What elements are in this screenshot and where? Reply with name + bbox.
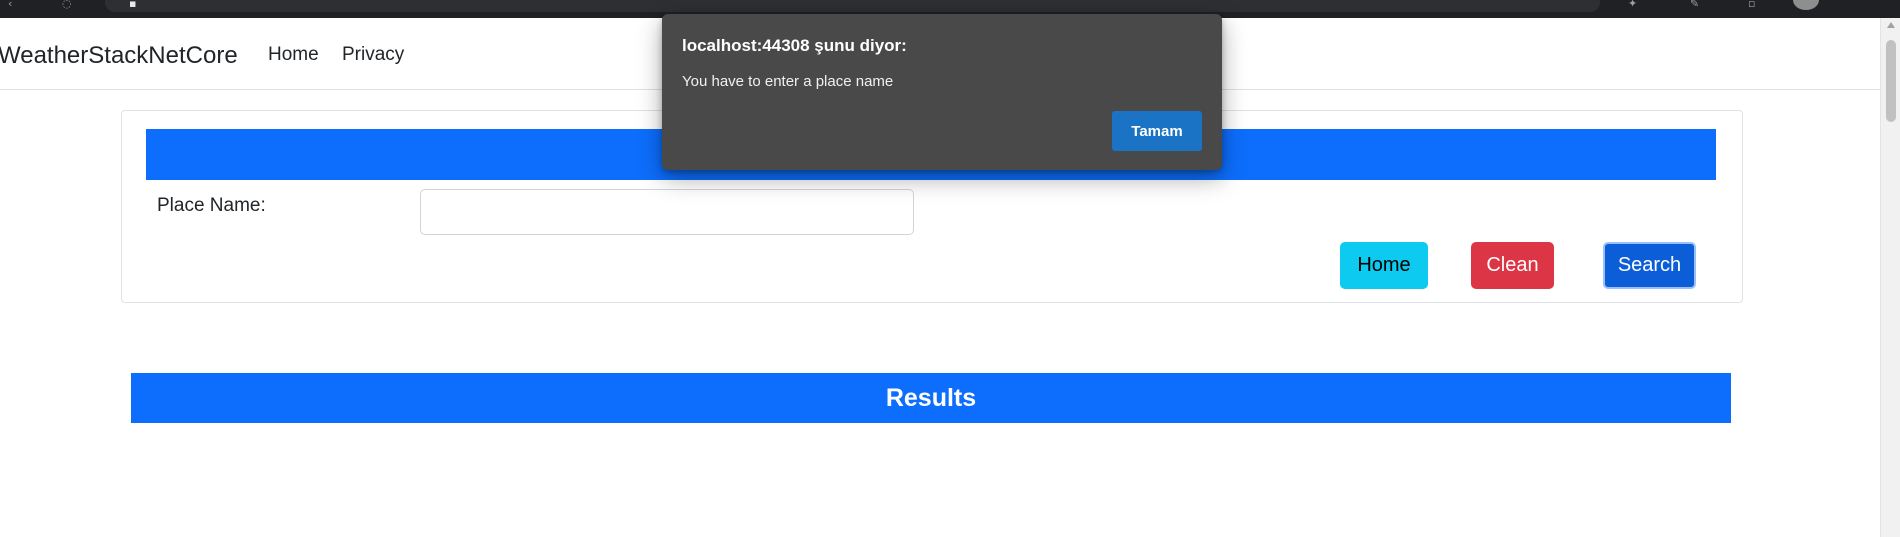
alert-ok-button[interactable]: Tamam (1112, 111, 1202, 151)
nav-link-home[interactable]: Home (268, 44, 319, 66)
address-bar[interactable]: ▪ (105, 0, 1600, 12)
browser-back-icon[interactable]: ‹ (8, 0, 22, 10)
results-header: Results (131, 373, 1731, 423)
home-button[interactable]: Home (1340, 242, 1428, 289)
brand-link[interactable]: WeatherStackNetCore (0, 42, 238, 70)
place-name-input[interactable] (420, 189, 914, 235)
clean-button[interactable]: Clean (1471, 242, 1554, 289)
page-scrollbar[interactable] (1880, 18, 1900, 537)
browser-tab-icon: ▪ (129, 0, 137, 10)
alert-dialog: localhost:44308 şunu diyor: You have to … (662, 14, 1222, 170)
edit-icon[interactable]: ✎ (1690, 0, 1704, 10)
window-icon[interactable]: ▫ (1748, 0, 1762, 10)
extension-icon[interactable]: ✦ (1628, 0, 1642, 10)
place-name-label: Place Name: (157, 195, 266, 216)
scroll-up-icon[interactable] (1887, 22, 1895, 28)
browser-info-icon[interactable]: ◌ (62, 0, 76, 10)
scrollbar-thumb[interactable] (1886, 40, 1896, 122)
alert-title: localhost:44308 şunu diyor: (682, 36, 907, 55)
profile-avatar-icon[interactable] (1793, 0, 1819, 10)
search-button[interactable]: Search (1603, 242, 1696, 289)
nav-link-privacy[interactable]: Privacy (342, 44, 404, 66)
alert-message: You have to enter a place name (682, 73, 894, 90)
